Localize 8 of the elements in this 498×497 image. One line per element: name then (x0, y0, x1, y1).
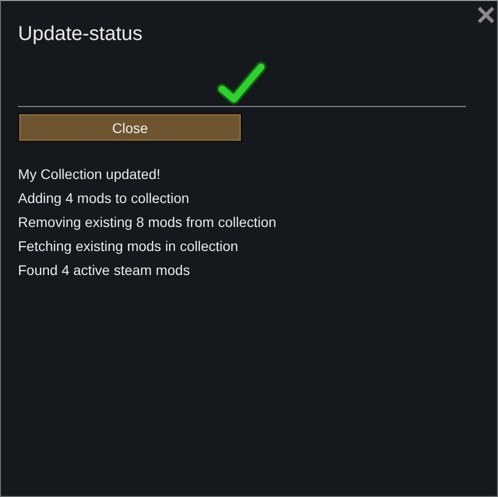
log-line: Removing existing 8 mods from collection (18, 213, 278, 232)
log-line: Adding 4 mods to collection (18, 189, 190, 208)
log-line: Found 4 active steam mods (18, 261, 191, 280)
close-icon[interactable] (476, 5, 496, 25)
log-line: My Collection updated! (18, 165, 162, 184)
log-line: Fetching existing mods in collection (18, 237, 240, 256)
close-button[interactable]: Close (18, 113, 242, 142)
dialog-title: Update-status (18, 22, 144, 47)
